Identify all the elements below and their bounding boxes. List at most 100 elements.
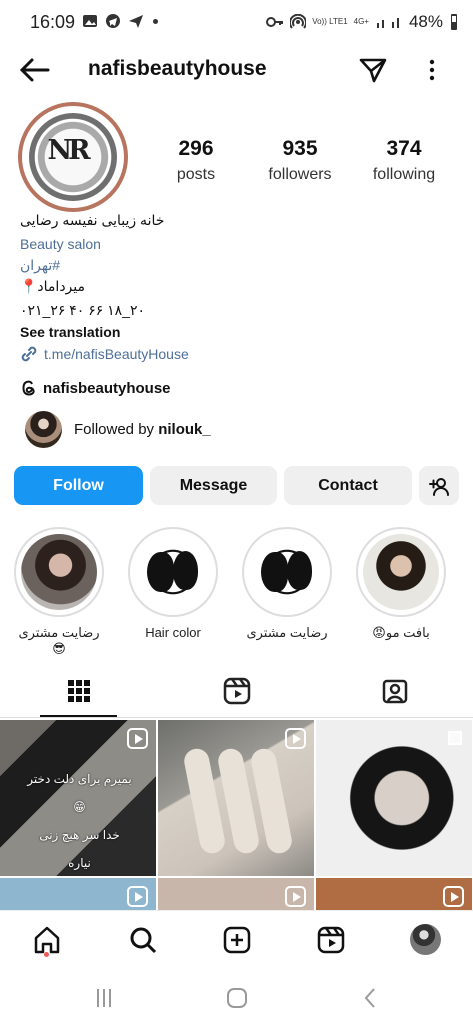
avatar-monogram: NR xyxy=(47,135,90,166)
reel-icon xyxy=(285,728,306,749)
android-navigation xyxy=(0,982,473,1024)
profile-location: میرداماد📍 xyxy=(20,278,86,294)
profile-hashtag[interactable]: #تهران xyxy=(20,257,440,274)
followers-count[interactable]: 935 followers xyxy=(250,137,350,184)
followed-by-text: Followed by nilouk_ xyxy=(74,421,211,438)
post-tile[interactable] xyxy=(158,720,314,876)
battery-percent: 48% xyxy=(408,12,443,31)
highlight-2[interactable]: Hair color xyxy=(128,527,218,640)
create-icon[interactable] xyxy=(222,925,252,955)
more-options-icon[interactable] xyxy=(420,56,444,84)
send-icon xyxy=(129,15,143,28)
key-icon xyxy=(266,17,284,27)
followed-by[interactable]: Followed by nilouk_ xyxy=(25,411,211,448)
profile-icon[interactable] xyxy=(410,924,441,955)
home-system-icon[interactable] xyxy=(225,986,249,1010)
status-left-icons xyxy=(82,13,158,29)
external-link-text: t.me/nafisBeautyHouse xyxy=(44,346,189,362)
message-button[interactable]: Message xyxy=(150,466,277,505)
post-tile[interactable] xyxy=(316,878,472,910)
followers-value: 935 xyxy=(282,137,318,160)
threads-username: nafisbeautyhouse xyxy=(43,379,171,397)
profile-name: خانه زیبایی نفیسه رضایی xyxy=(20,212,165,228)
post-tile[interactable] xyxy=(316,720,472,876)
profile-phone: ۰۲۱_۲۶ ۴۰ ۶۶ ۱۸_۲۰ xyxy=(20,302,145,318)
highlight-label: Hair color xyxy=(145,625,201,640)
highlight-image xyxy=(249,534,325,610)
search-icon[interactable] xyxy=(128,925,158,955)
add-person-button[interactable] xyxy=(419,466,459,505)
home-icon[interactable] xyxy=(32,925,62,955)
add-person-icon xyxy=(429,477,449,496)
home-notification-dot xyxy=(44,952,49,957)
highlight-ring xyxy=(14,527,104,617)
following-count[interactable]: 374 following xyxy=(354,137,454,184)
highlight-ring xyxy=(356,527,446,617)
reel-icon xyxy=(127,886,148,907)
reel-icon xyxy=(443,886,464,907)
reel-icon xyxy=(285,886,306,907)
reel-icon xyxy=(127,728,148,749)
post-tile[interactable] xyxy=(158,878,314,910)
contact-button[interactable]: Contact xyxy=(284,466,412,505)
top-bar: nafisbeautyhouse xyxy=(0,48,473,92)
signal-icon xyxy=(376,18,399,28)
threads-icon xyxy=(22,380,35,396)
send-message-icon[interactable] xyxy=(357,54,389,86)
back-system-icon[interactable] xyxy=(359,986,383,1010)
network-label: 4G+ xyxy=(353,17,369,26)
profile-avatar[interactable]: NR xyxy=(18,102,128,212)
highlight-4[interactable]: بافت مو😡 xyxy=(356,527,446,641)
status-time: 16:09 xyxy=(30,12,76,32)
dot-icon xyxy=(153,18,158,24)
image-icon xyxy=(83,15,97,27)
post-tile[interactable] xyxy=(0,878,156,910)
highlight-label: بافت مو😡 xyxy=(372,625,430,640)
post-tile[interactable]: بمیرم برای دلت دختر😁 خدا سر هیچ زنی نیار… xyxy=(0,720,156,876)
status-right-icons: Vo)) LTE1 4G+ 48% xyxy=(266,12,459,32)
highlight-label: رضایت مشتری😎 xyxy=(18,625,100,656)
external-link[interactable]: t.me/nafisBeautyHouse xyxy=(20,345,440,363)
post-caption-line: خدا سر هیچ زنی نیاره xyxy=(39,828,120,870)
status-bar: 16:09 Vo)) LTE1 4G+ 48% xyxy=(0,0,473,42)
highlight-image xyxy=(21,534,97,610)
highlight-image xyxy=(363,534,439,610)
profile-username-title: nafisbeautyhouse xyxy=(88,57,267,80)
follower-avatar xyxy=(25,411,62,448)
profile-tabs xyxy=(0,668,473,718)
hotspot-icon xyxy=(290,14,307,29)
post-caption-line: بمیرم برای دلت دختر😁 xyxy=(27,772,132,814)
link-icon xyxy=(21,346,37,362)
posts-count[interactable]: 296 posts xyxy=(146,137,246,184)
following-value: 374 xyxy=(386,137,422,160)
active-tab-indicator xyxy=(40,715,117,717)
post-caption: بمیرم برای دلت دختر😁 خدا سر هیچ زنی نیار… xyxy=(27,765,132,876)
reels-icon[interactable] xyxy=(222,676,252,706)
volte-label: Vo)) LTE1 xyxy=(312,17,348,26)
followed-by-name: nilouk_ xyxy=(158,421,211,438)
bottom-navigation xyxy=(0,910,473,968)
telegram-icon xyxy=(106,14,120,28)
tagged-icon[interactable] xyxy=(380,676,410,706)
highlight-1[interactable]: رضایت مشتری😎 xyxy=(14,527,104,657)
highlight-label: رضایت مشتری xyxy=(246,625,328,640)
highlight-ring xyxy=(128,527,218,617)
posts-grid: بمیرم برای دلت دختر😁 خدا سر هیچ زنی نیار… xyxy=(0,720,473,910)
threads-profile-link[interactable]: nafisbeautyhouse xyxy=(20,377,171,399)
see-translation-link[interactable]: See translation xyxy=(20,324,440,340)
follow-button[interactable]: Follow xyxy=(14,466,143,505)
followed-by-prefix: Followed by xyxy=(74,421,159,438)
posts-label: posts xyxy=(176,166,216,183)
profile-category[interactable]: Beauty salon xyxy=(20,236,440,252)
reels-icon[interactable] xyxy=(316,925,346,955)
battery-icon xyxy=(451,14,457,30)
carousel-icon xyxy=(448,731,462,745)
posts-value: 296 xyxy=(178,137,214,160)
highlight-3[interactable]: رضایت مشتری xyxy=(242,527,332,641)
followers-label: followers xyxy=(268,166,332,183)
grid-icon[interactable] xyxy=(64,676,94,706)
following-label: following xyxy=(372,166,436,183)
highlight-image xyxy=(135,534,211,610)
recent-apps-icon[interactable] xyxy=(92,986,116,1010)
back-arrow-icon[interactable] xyxy=(18,56,50,84)
